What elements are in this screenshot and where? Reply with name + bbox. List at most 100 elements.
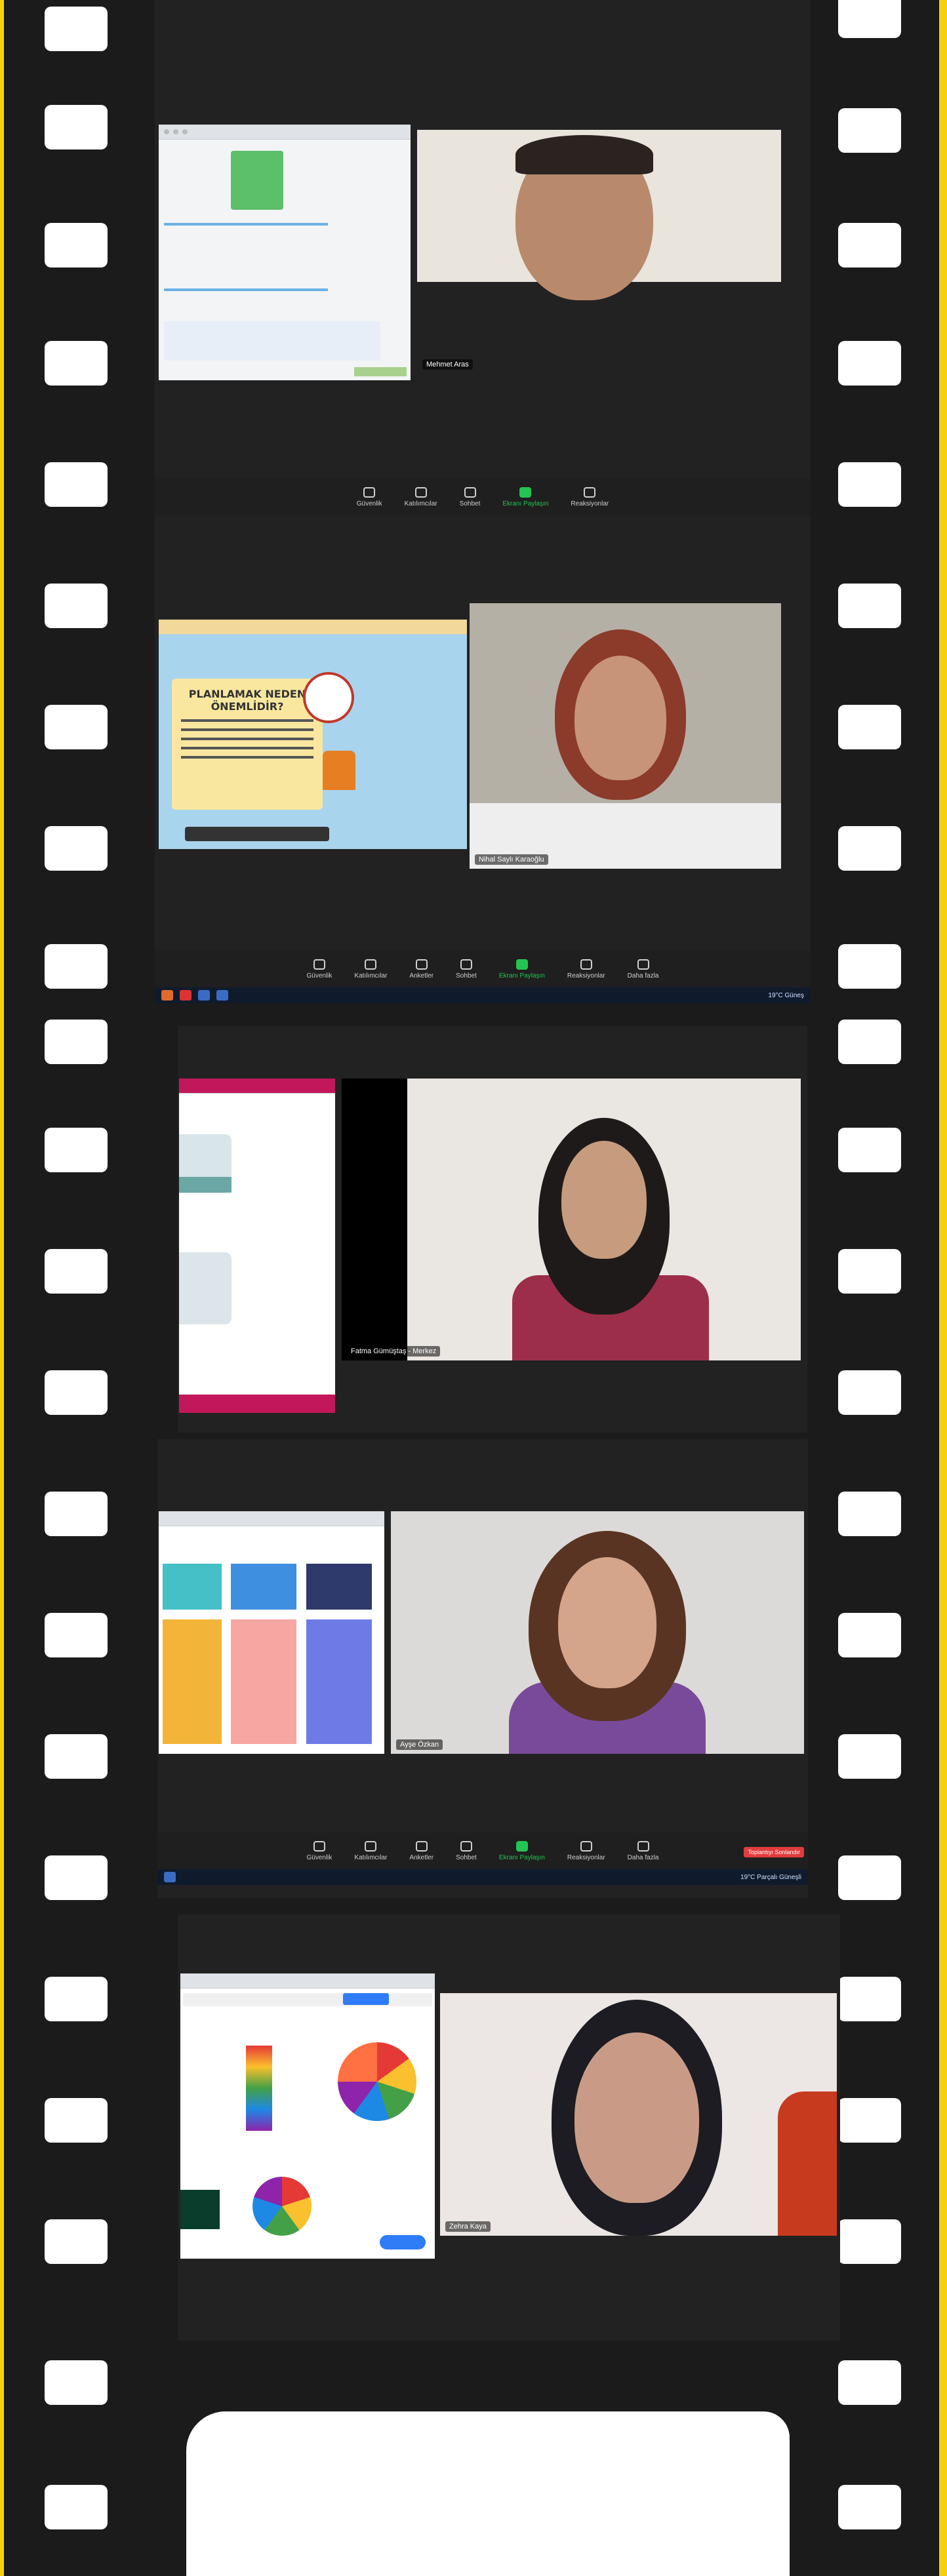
perforation [838,1734,901,1779]
slide-controls[interactable] [185,827,329,841]
perforation [45,826,108,871]
template-thumb[interactable] [180,2190,220,2229]
perforation [45,7,108,51]
perforation [45,223,108,268]
help-button[interactable] [380,2235,426,2249]
perforation [838,223,901,268]
share-icon [515,1840,528,1852]
perforation [45,1370,108,1415]
share-screen-button[interactable]: Ekranı Paylaşın [502,486,548,507]
participants-button[interactable]: Katılımcılar [405,486,437,507]
share-label: Ekranı Paylaşın [498,972,545,980]
reactions-button[interactable]: Reaksiyonlar [567,959,605,980]
perforation [838,0,901,38]
tab-icon [173,129,178,134]
share-screen-button[interactable]: Ekranı Paylaşın [499,959,545,980]
polls-label: Anketler [409,1853,434,1861]
taskbar-app-icon[interactable] [161,990,173,1001]
link-line [164,223,328,226]
text-line [181,738,313,740]
poll-icon [415,1840,428,1852]
site-button[interactable] [343,1993,389,2005]
perforation [838,944,901,989]
reactions-button[interactable]: Reaksiyonlar [571,486,609,507]
slide-note-card: PLANLAMAK NEDEN ÖNEMLİDİR? [172,679,323,810]
link-line [164,288,328,291]
taskbar-app-icon[interactable] [164,1872,176,1882]
spin-wheel-image[interactable] [338,2042,416,2121]
chat-button[interactable]: Sohbet [456,1840,477,1861]
status-button[interactable] [354,367,407,376]
template-thumb[interactable] [306,1564,372,1610]
shared-screen[interactable]: PLANLAMAK NEDEN ÖNEMLİDİR? [159,620,467,849]
chair [778,2091,837,2236]
shared-screen[interactable] [179,1079,335,1413]
presentation-bar [159,620,467,635]
template-thumb[interactable] [231,1564,296,1610]
text-line [181,728,313,731]
reactions-label: Reaksiyonlar [567,972,605,980]
shared-screen[interactable] [180,1973,435,2259]
text-line [181,756,313,759]
wheel-thumb[interactable] [246,2046,272,2131]
face [574,2032,699,2203]
speaker-name-tag: Mehmet Aras [422,359,473,370]
security-button[interactable]: Güvenlik [356,486,382,507]
template-thumb[interactable] [163,1564,222,1610]
end-meeting-button[interactable]: Toplantıyı Sonlandır [744,1847,804,1857]
speaker-video: Ayşe Özkan [391,1511,804,1754]
chat-label: Sohbet [459,500,481,507]
taskbar-app-icon[interactable] [216,990,228,1001]
security-button[interactable]: Güvenlik [307,959,332,980]
chat-button[interactable]: Sohbet [459,486,481,507]
taskbar-app-icon[interactable] [198,990,210,1001]
perforation [838,2098,901,2143]
participants-button[interactable]: Katılımcılar [354,959,387,980]
right-perforations [838,0,910,2576]
participants-button[interactable]: Katılımcılar [354,1840,387,1861]
speaker-name-tag: Fatma Gümüştaş - Merkez [347,1346,441,1357]
perforation [45,1734,108,1779]
taskbar-app-icon[interactable] [180,990,191,1001]
letterbox [342,1079,407,1360]
speaker-video: Zehra Kaya [440,1993,837,2236]
template-thumb[interactable] [306,1619,372,1744]
clock-icon [303,672,354,723]
share-screen-button[interactable]: Ekranı Paylaşın [498,1840,545,1861]
perforation [838,1613,901,1657]
security-button[interactable]: Güvenlik [306,1840,332,1861]
reactions-button[interactable]: Reaksiyonlar [567,1840,605,1861]
spin-wheel-image[interactable] [252,2177,312,2236]
perforation [45,2360,108,2405]
template-thumb[interactable] [163,1619,222,1744]
chat-icon [460,1840,472,1852]
polls-button[interactable]: Anketler [409,959,433,980]
weather-tray: 19°C Parçalı Güneşli [740,1873,801,1881]
perforation [838,1855,901,1900]
speaker-video: Mehmet Aras [417,130,781,374]
shared-screen[interactable] [159,1511,384,1754]
perforation [838,341,901,386]
share-icon [519,486,532,498]
chat-label: Sohbet [456,1853,477,1861]
more-button[interactable]: Daha fazla [628,1840,658,1861]
card [179,1252,232,1324]
people-icon [365,959,377,970]
participants-label: Katılımcılar [354,972,388,980]
share-label: Ekranı Paylaşın [498,1853,545,1861]
site-nav[interactable] [183,1993,432,2006]
chat-button[interactable]: Sohbet [456,959,477,980]
face [558,1557,656,1688]
perforation [838,584,901,628]
chat-icon [460,959,472,970]
windows-taskbar: 19°C Güneş [155,987,811,1003]
shared-screen[interactable] [159,125,411,380]
security-label: Güvenlik [306,1853,332,1861]
perforation [45,1977,108,2021]
template-thumb[interactable] [231,1619,296,1744]
polls-label: Anketler [409,972,434,980]
security-label: Güvenlik [356,500,382,507]
more-button[interactable]: Daha fazla [628,959,658,980]
meeting-toolbar: Güvenlik Katılımcılar Anketler Sohbet Ek… [157,1833,808,1869]
polls-button[interactable]: Anketler [409,1840,434,1861]
